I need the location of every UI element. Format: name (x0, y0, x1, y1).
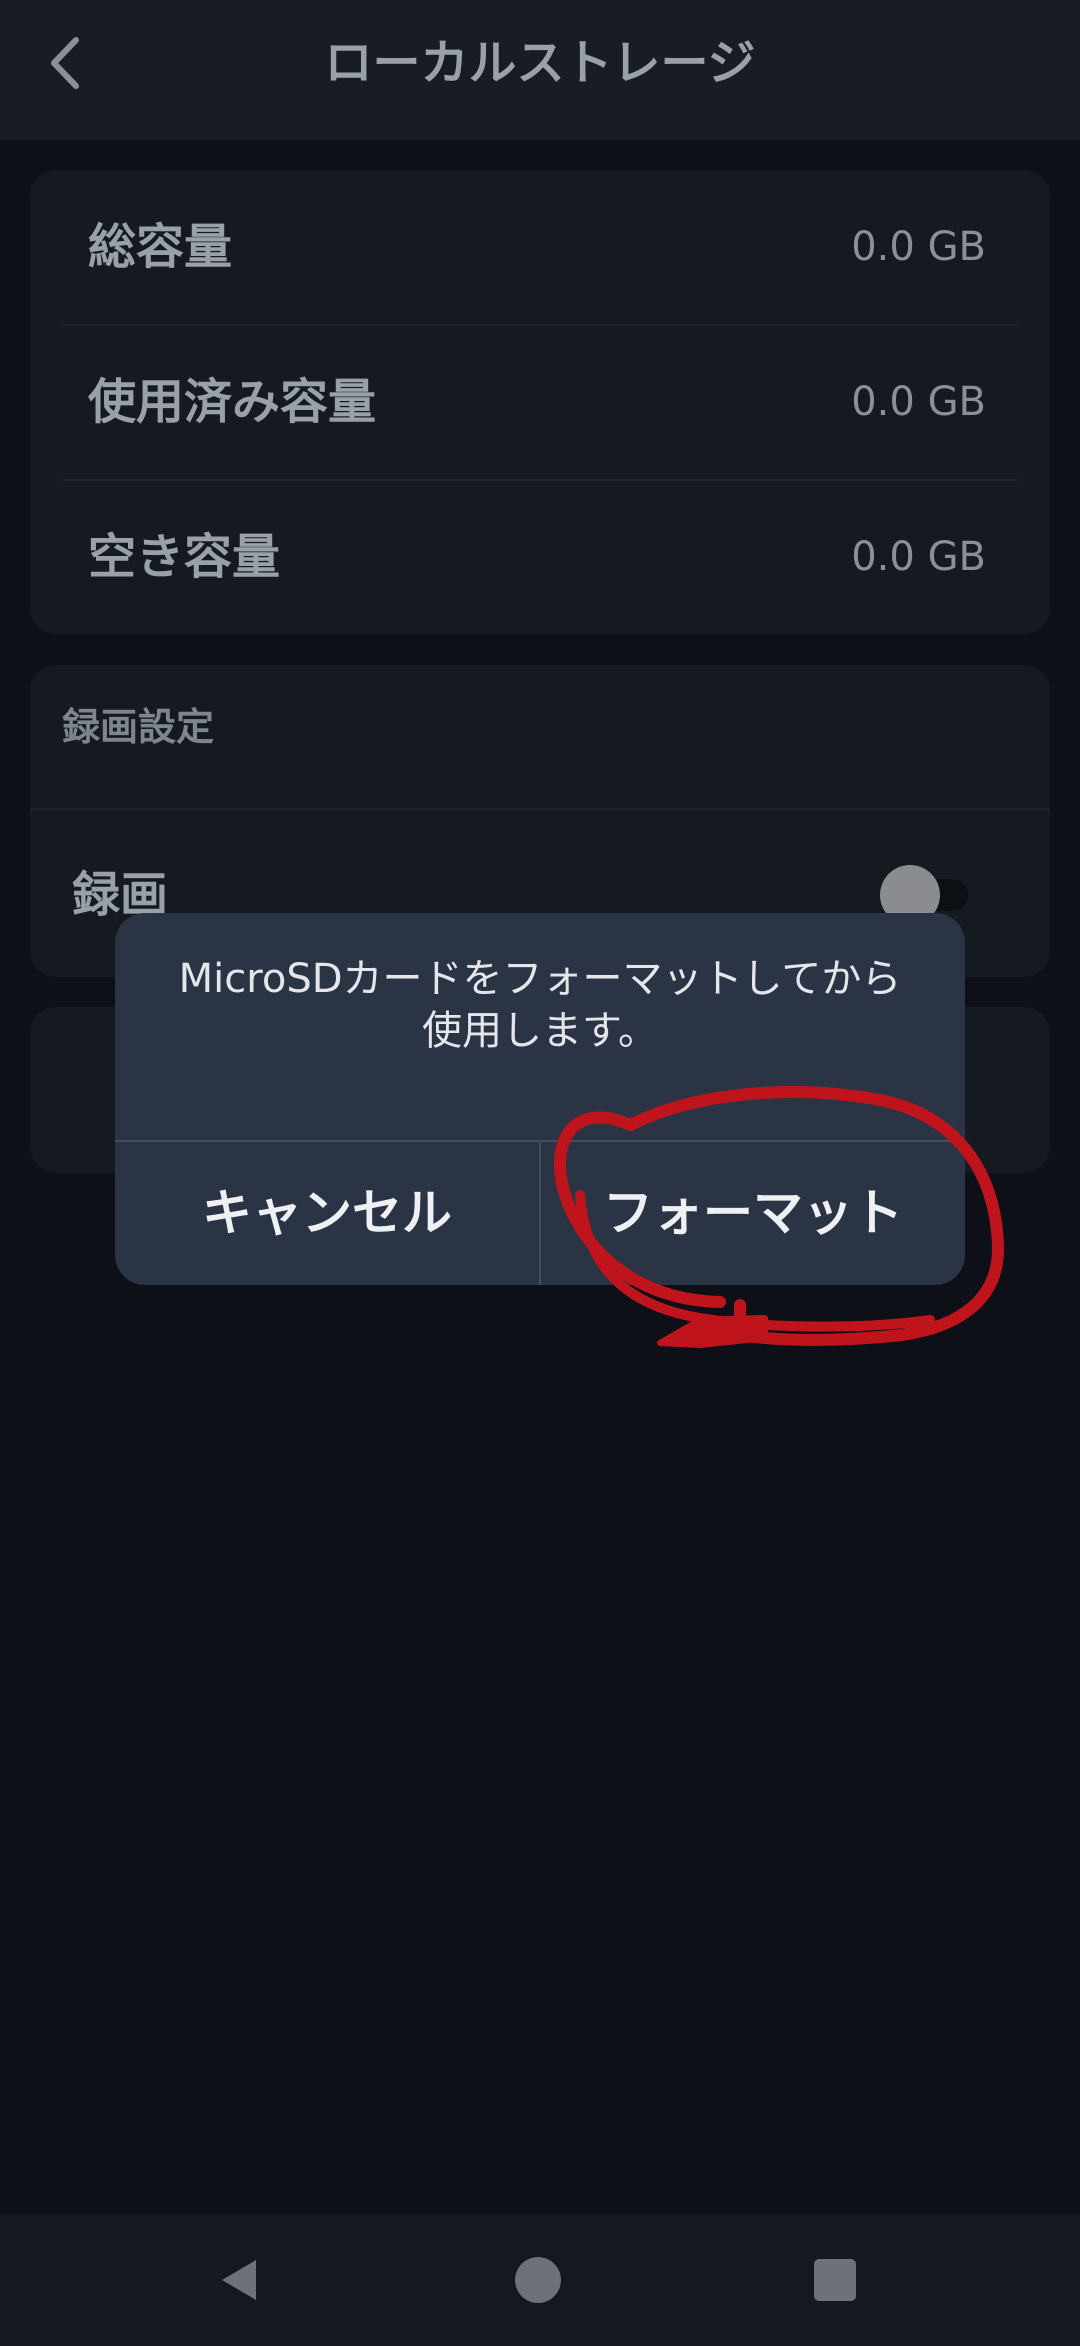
total-capacity-label: 総容量 (88, 219, 233, 275)
nav-home-button[interactable] (508, 2250, 568, 2310)
divider (30, 808, 1050, 810)
cancel-button[interactable]: キャンセル (115, 1142, 539, 1285)
storage-row-free: 空き容量 0.0 GB (30, 480, 1050, 635)
used-capacity-label: 使用済み容量 (88, 374, 377, 430)
nav-recents-button[interactable] (805, 2250, 865, 2310)
storage-row-total: 総容量 0.0 GB (30, 170, 1050, 325)
free-capacity-value: 0.0 GB (851, 534, 986, 580)
total-capacity-value: 0.0 GB (851, 224, 986, 270)
system-nav-bar (0, 2214, 1080, 2346)
page-title: ローカルストレージ (324, 35, 756, 91)
recording-section-title: 録画設定 (62, 705, 215, 749)
storage-card: 総容量 0.0 GB 使用済み容量 0.0 GB 空き容量 0.0 GB (30, 170, 1050, 634)
nav-back-button[interactable] (210, 2250, 270, 2310)
format-dialog: MicroSDカードをフォーマットしてから使用します。 キャンセル フォーマット (115, 913, 965, 1285)
circle-home-icon (515, 2257, 561, 2303)
triangle-back-icon (222, 2260, 256, 2300)
used-capacity-value: 0.0 GB (851, 379, 986, 425)
dialog-message: MicroSDカードをフォーマットしてから使用します。 (178, 956, 902, 1054)
free-capacity-label: 空き容量 (88, 529, 281, 585)
app-header: ローカルストレージ (0, 0, 1080, 140)
format-button[interactable]: フォーマット (541, 1142, 965, 1285)
storage-row-used: 使用済み容量 0.0 GB (30, 325, 1050, 480)
square-recents-icon (814, 2259, 856, 2301)
